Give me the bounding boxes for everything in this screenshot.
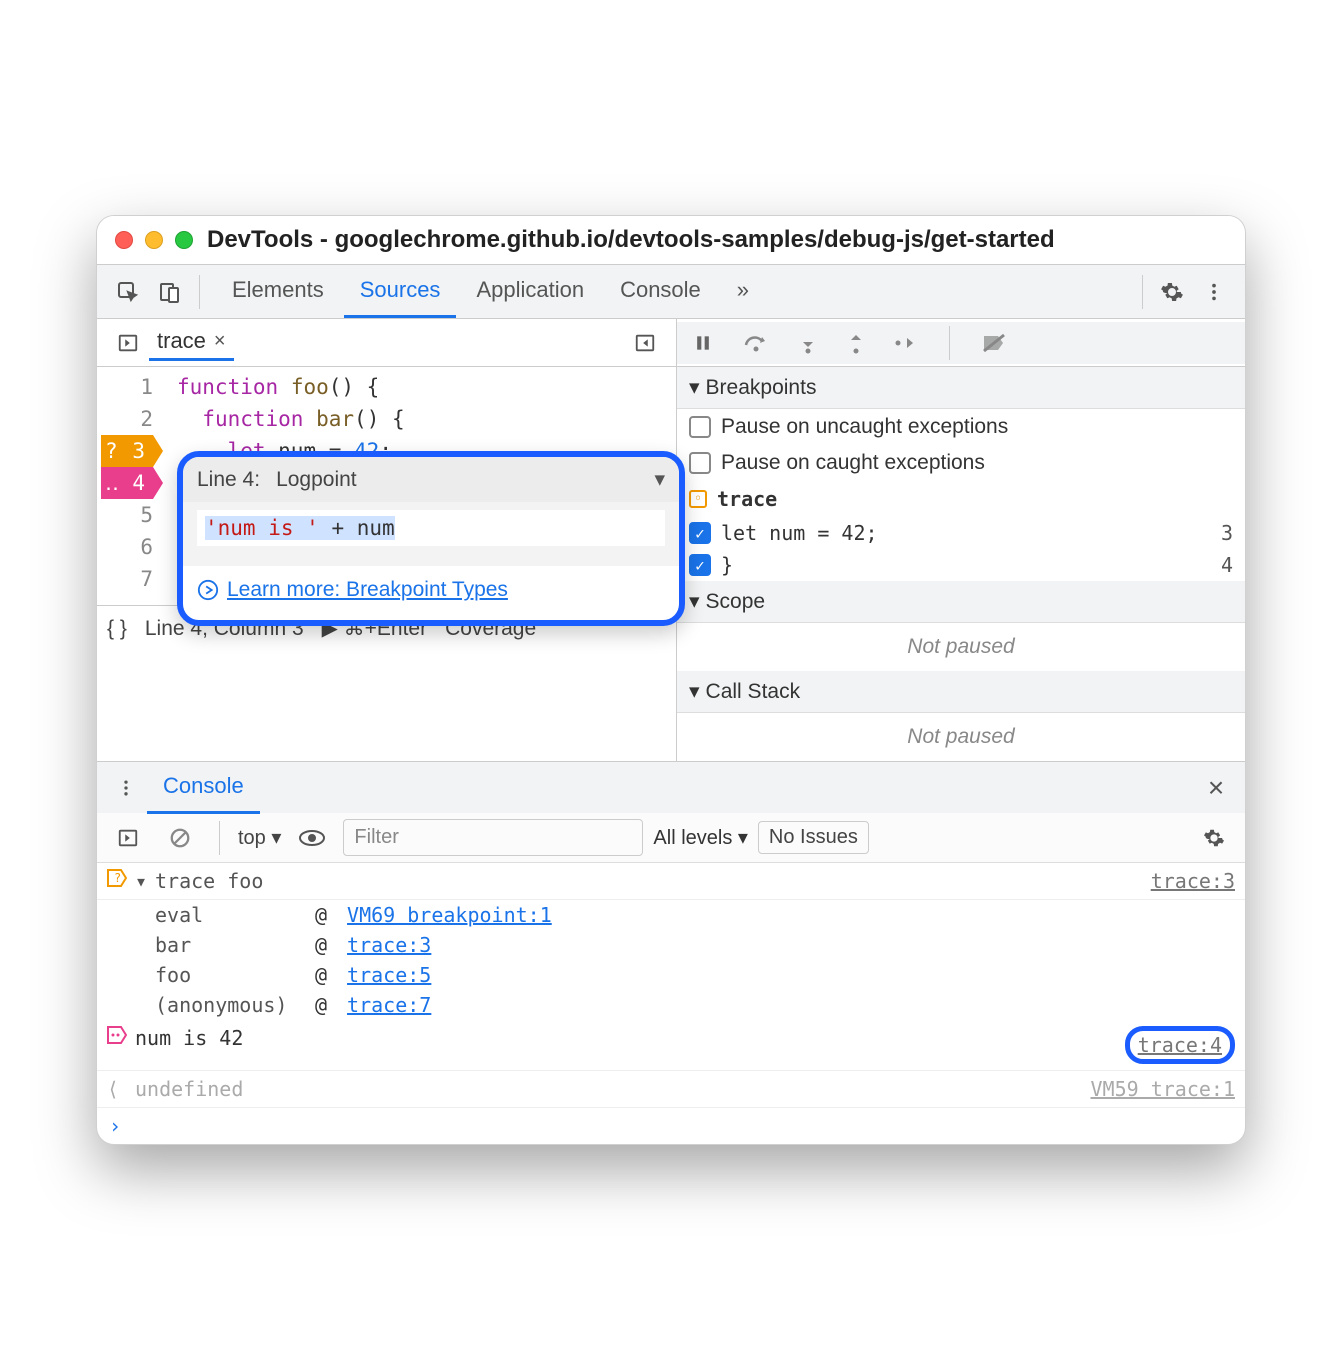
tab-more[interactable]: » — [721, 265, 765, 318]
breakpoints-pane-header[interactable]: ▾ Breakpoints — [677, 367, 1245, 409]
breakpoint-group-trace[interactable]: ◦ trace — [677, 481, 1245, 517]
panel-tabs: Elements Sources Application Console » — [216, 265, 765, 318]
step-icon[interactable] — [889, 322, 923, 364]
inspect-icon[interactable] — [107, 271, 149, 313]
svg-text:?: ? — [114, 871, 121, 885]
file-tab-label: trace — [157, 328, 206, 354]
trace-badge-icon: ? — [107, 869, 127, 887]
pause-caught-checkbox[interactable]: Pause on caught exceptions — [677, 445, 1245, 481]
breakpoint-checkbox[interactable]: ✓ — [689, 522, 711, 544]
step-out-icon[interactable] — [841, 322, 871, 364]
code-editor[interactable]: 1 2 ?3 ‥4 5 6 7 function foo() { functio… — [97, 367, 677, 761]
console-toolbar: top ▾ Filter All levels ▾ No Issues — [97, 813, 1245, 863]
sources-toolbar: trace × — [97, 319, 1245, 367]
deactivate-breakpoints-icon[interactable] — [976, 322, 1012, 364]
gutter[interactable]: 1 2 ?3 ‥4 5 6 7 — [97, 367, 167, 599]
context-selector[interactable]: top ▾ — [238, 825, 281, 850]
console-result-row: ⟨ undefined VM59 trace:1 — [97, 1071, 1245, 1108]
device-toggle-icon[interactable] — [149, 271, 191, 313]
drawer-tabs: Console × — [97, 761, 1245, 813]
minimize-window-button[interactable] — [145, 231, 163, 249]
zoom-window-button[interactable] — [175, 231, 193, 249]
navigator-toggle-icon[interactable] — [107, 322, 149, 364]
titlebar: DevTools - googlechrome.github.io/devtoo… — [97, 216, 1245, 265]
live-expression-icon[interactable] — [291, 817, 333, 859]
gutter-breakpoint-line3[interactable]: ?3 — [101, 435, 153, 467]
clear-console-icon[interactable] — [159, 817, 201, 859]
settings-icon[interactable] — [1151, 271, 1193, 313]
console-sidebar-toggle-icon[interactable] — [107, 817, 149, 859]
tab-sources[interactable]: Sources — [344, 265, 457, 318]
source-link-highlighted[interactable]: trace:4 — [1138, 1033, 1222, 1057]
breakpoint-checkbox[interactable]: ✓ — [689, 554, 711, 576]
callstack-not-paused: Not paused — [677, 713, 1245, 761]
source-link[interactable]: VM59 trace:1 — [1091, 1077, 1236, 1101]
window-title: DevTools - googlechrome.github.io/devtoo… — [207, 226, 1055, 254]
step-over-icon[interactable] — [737, 322, 775, 364]
window-controls — [115, 231, 193, 249]
callstack-pane-header[interactable]: ▾ Call Stack — [677, 671, 1245, 713]
learn-more-link[interactable]: Learn more: Breakpoint Types — [227, 578, 508, 602]
more-tabs-icon[interactable] — [624, 322, 666, 364]
stack-link[interactable]: trace:3 — [347, 933, 431, 957]
logpoint-editor-popup: Line 4: Logpoint 'num is ' + num Learn m… — [177, 451, 685, 626]
stack-link[interactable]: VM69 breakpoint:1 — [347, 903, 552, 927]
drawer-tab-console[interactable]: Console — [147, 761, 260, 814]
stack-link[interactable]: trace:7 — [347, 993, 431, 1017]
devtools-window: DevTools - googlechrome.github.io/devtoo… — [96, 215, 1246, 1145]
step-into-icon[interactable] — [793, 322, 823, 364]
console-log-row: num is 42 trace:4 — [97, 1020, 1245, 1071]
dropdown-caret-icon[interactable] — [654, 467, 665, 492]
source-link[interactable]: trace:3 — [1151, 869, 1235, 893]
log-levels-select[interactable]: All levels ▾ — [653, 825, 748, 850]
logpoint-badge-icon — [107, 1026, 127, 1044]
conditional-bp-badge-icon: ◦ — [689, 490, 707, 508]
logpoint-line-label: Line 4: — [197, 468, 260, 492]
drawer-menu-icon[interactable] — [105, 767, 147, 809]
breakpoint-item-1[interactable]: ✓ let num = 42;3 — [677, 517, 1245, 549]
console-output: ? ▾ trace foo trace:3 eval@ VM69 breakpo… — [97, 863, 1245, 1144]
console-trace-group[interactable]: ? ▾ trace foo trace:3 — [97, 863, 1245, 900]
tab-application[interactable]: Application — [460, 265, 600, 318]
tab-console[interactable]: Console — [604, 265, 717, 318]
debugger-controls — [677, 322, 1245, 364]
scope-pane-header[interactable]: ▾ Scope — [677, 581, 1245, 623]
console-prompt[interactable]: › — [97, 1108, 1245, 1144]
pause-icon[interactable] — [687, 322, 719, 364]
file-tab-trace[interactable]: trace × — [149, 324, 234, 361]
console-settings-icon[interactable] — [1193, 817, 1235, 859]
tab-elements[interactable]: Elements — [216, 265, 340, 318]
breakpoint-item-2[interactable]: ✓ }4 — [677, 549, 1245, 581]
stack-link[interactable]: trace:5 — [347, 963, 431, 987]
breakpoint-type-select[interactable]: Logpoint — [276, 468, 357, 492]
pretty-print-button[interactable]: { } — [107, 617, 127, 641]
main-toolbar: Elements Sources Application Console » — [97, 265, 1245, 319]
console-filter-input[interactable]: Filter — [343, 819, 643, 856]
issues-button[interactable]: No Issues — [758, 821, 869, 854]
logpoint-expression-input[interactable]: 'num is ' + num — [197, 510, 665, 546]
close-tab-icon[interactable]: × — [214, 330, 226, 353]
stack-trace: eval@ VM69 breakpoint:1 bar@ trace:3 foo… — [97, 900, 1245, 1020]
gutter-logpoint-line4[interactable]: ‥4 — [101, 467, 153, 499]
close-window-button[interactable] — [115, 231, 133, 249]
debugger-sidebar: ▾ Breakpoints Pause on uncaught exceptio… — [677, 367, 1245, 761]
kebab-menu-icon[interactable] — [1193, 271, 1235, 313]
arrow-right-circle-icon — [197, 579, 219, 601]
drawer-close-icon[interactable]: × — [1195, 767, 1237, 809]
pause-uncaught-checkbox[interactable]: Pause on uncaught exceptions — [677, 409, 1245, 445]
scope-not-paused: Not paused — [677, 623, 1245, 671]
